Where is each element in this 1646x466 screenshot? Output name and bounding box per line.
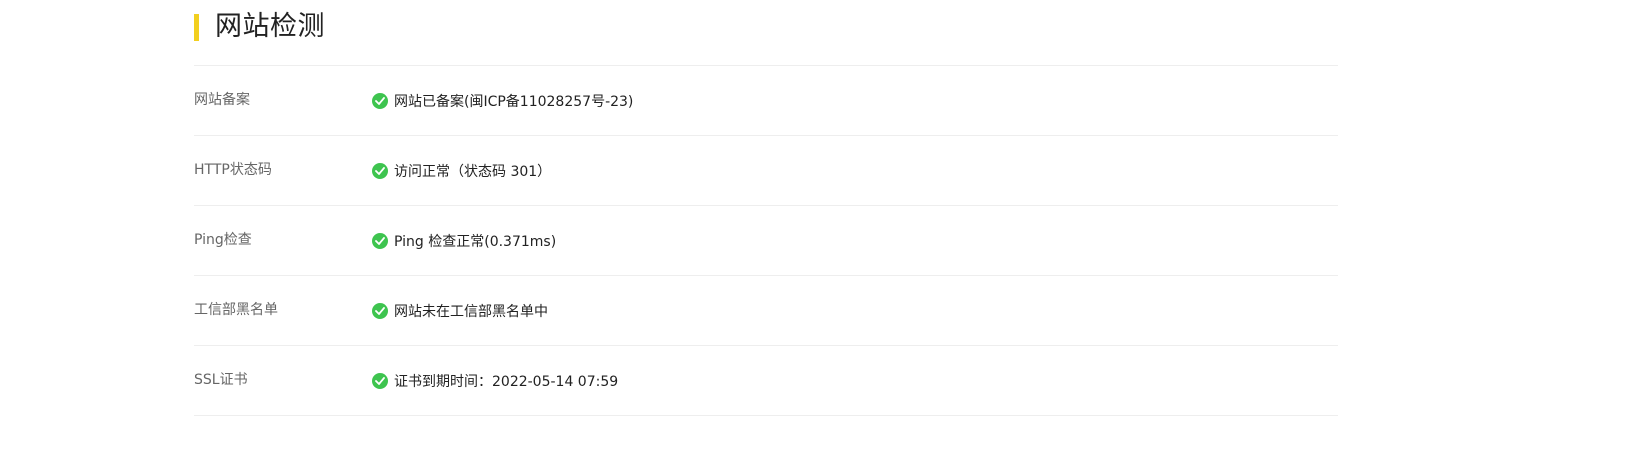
check-circle-icon (372, 372, 388, 389)
row-value-text: Ping 检查正常(0.371ms) (394, 233, 557, 250)
check-row-ping: Ping检查 Ping 检查正常(0.371ms) (194, 206, 1338, 276)
row-value: Ping 检查正常(0.371ms) (372, 206, 556, 275)
check-circle-icon (372, 92, 388, 109)
check-circle-icon (372, 302, 388, 319)
website-check-section: 网站检测 网站备案 网站已备案(闽ICP备11028257号-23) HTTP状… (194, 0, 1338, 416)
row-label: HTTP状态码 (194, 162, 272, 178)
row-value-text: 网站未在工信部黑名单中 (394, 303, 548, 320)
row-label: 工信部黑名单 (194, 302, 278, 318)
check-row-icp: 网站备案 网站已备案(闽ICP备11028257号-23) (194, 66, 1338, 136)
check-circle-icon (372, 232, 388, 249)
check-row-ssl: SSL证书 证书到期时间：2022-05-14 07:59 (194, 346, 1338, 416)
row-value-text: 访问正常（状态码 301） (394, 163, 552, 180)
row-label: SSL证书 (194, 372, 248, 388)
check-row-blacklist: 工信部黑名单 网站未在工信部黑名单中 (194, 276, 1338, 346)
section-header: 网站检测 (194, 0, 1338, 66)
check-row-http-status: HTTP状态码 访问正常（状态码 301） (194, 136, 1338, 206)
row-value-text: 网站已备案(闽ICP备11028257号-23) (394, 93, 634, 110)
row-label: 网站备案 (194, 92, 250, 108)
row-label: Ping检查 (194, 232, 252, 248)
row-value: 网站已备案(闽ICP备11028257号-23) (372, 66, 633, 135)
check-circle-icon (372, 162, 388, 179)
accent-bar (194, 14, 199, 41)
row-value-text: 证书到期时间：2022-05-14 07:59 (394, 373, 619, 390)
row-value: 证书到期时间：2022-05-14 07:59 (372, 346, 618, 415)
section-title: 网站检测 (215, 11, 325, 42)
row-value: 访问正常（状态码 301） (372, 136, 551, 205)
row-value: 网站未在工信部黑名单中 (372, 276, 548, 345)
